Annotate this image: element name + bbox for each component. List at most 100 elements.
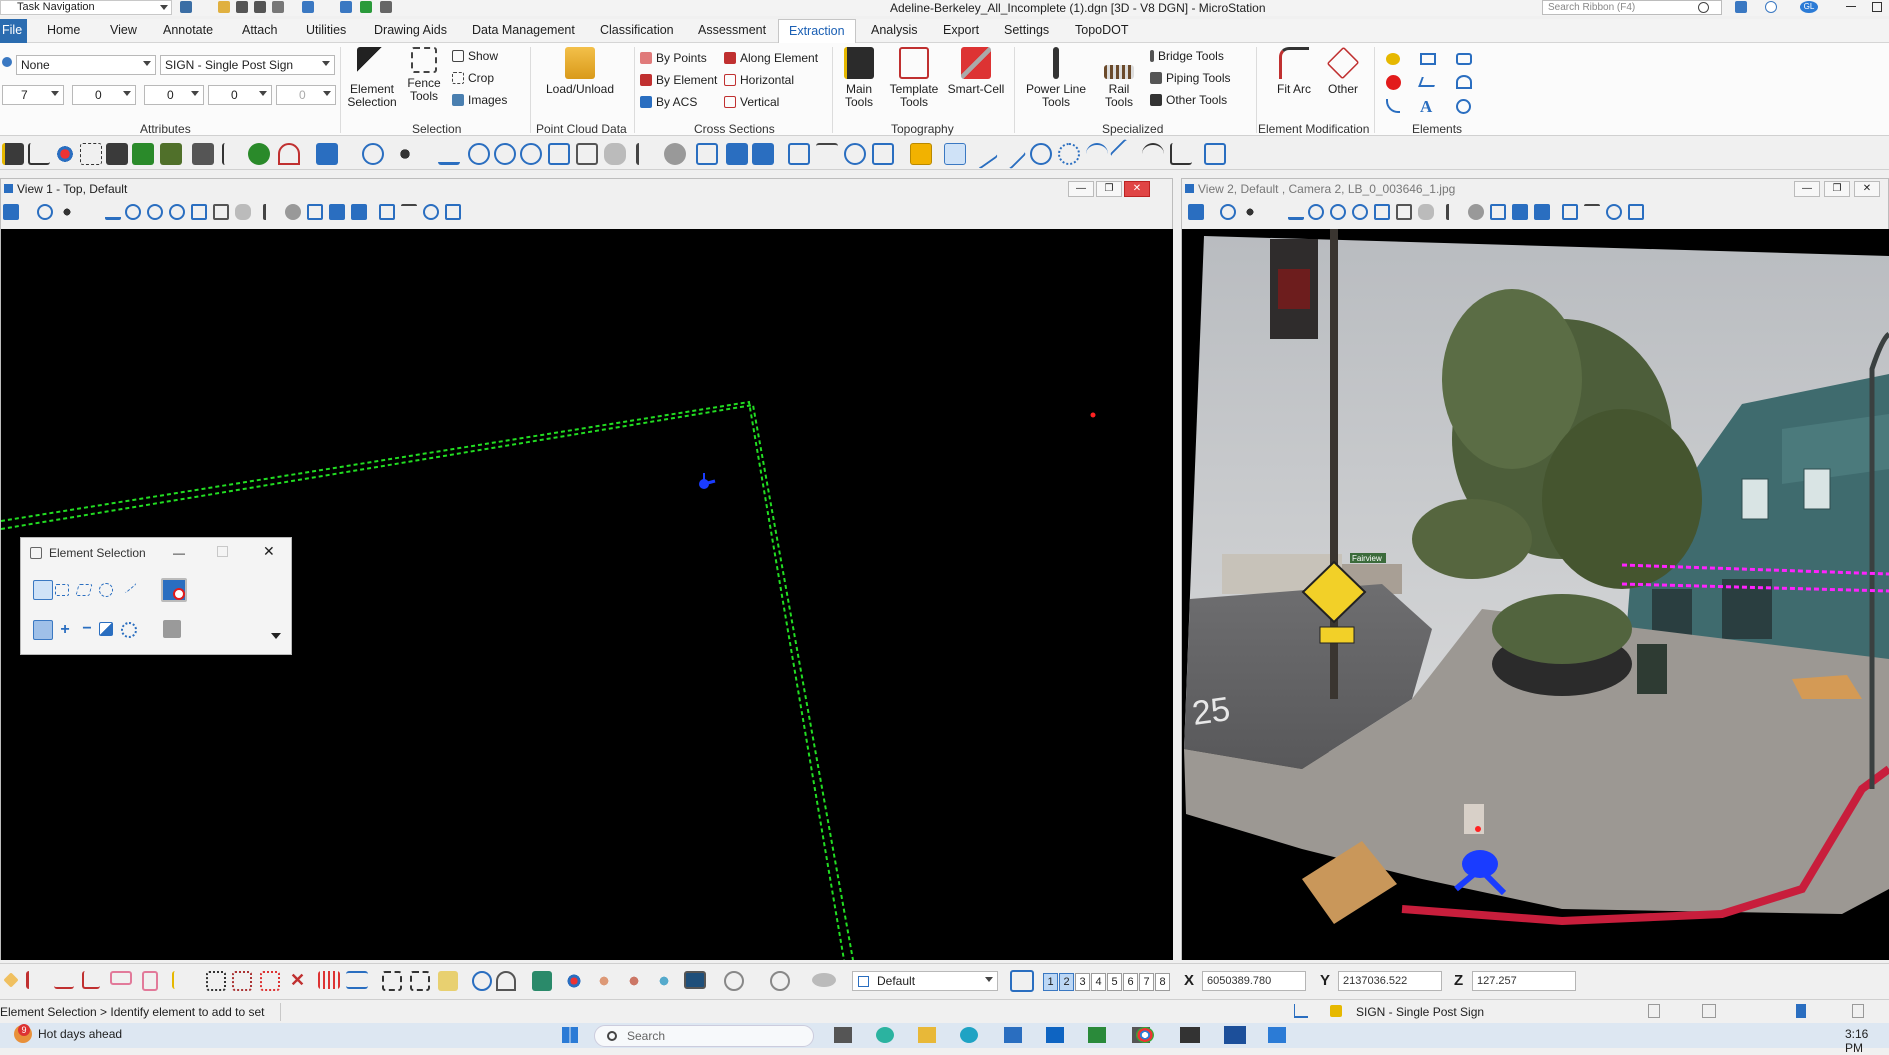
view-2-minimize-button[interactable]: —	[1794, 181, 1820, 197]
lighting-icon[interactable]	[394, 143, 416, 165]
copy-view-icon[interactable]	[307, 204, 323, 220]
clip-volume-icon[interactable]	[379, 204, 395, 220]
lighting-icon[interactable]	[1242, 204, 1258, 220]
show-button[interactable]: Show	[452, 49, 498, 63]
tab-classification[interactable]: Classification	[600, 23, 674, 37]
save-icon[interactable]	[236, 1, 248, 13]
zoom-out-icon[interactable]	[494, 143, 516, 165]
clip-volume-icon[interactable]	[788, 143, 810, 165]
other-modification-button[interactable]: Other	[1320, 46, 1366, 96]
main-tools-button[interactable]: Main Tools	[836, 47, 882, 109]
dialog-close-button[interactable]: ✕	[263, 543, 275, 560]
excel-icon[interactable]	[1088, 1027, 1106, 1043]
new-mode-icon[interactable]	[33, 620, 53, 640]
view-2-close-button[interactable]: ✕	[1854, 181, 1880, 197]
rotate-view-icon[interactable]	[213, 204, 229, 220]
fit-view-icon[interactable]	[548, 143, 570, 165]
select-icon[interactable]	[1606, 204, 1622, 220]
copilot-icon[interactable]	[876, 1027, 894, 1043]
images-button[interactable]: Images	[452, 93, 507, 107]
other-tools-button[interactable]: Other Tools	[1150, 93, 1227, 107]
select-all-icon[interactable]	[121, 622, 137, 638]
axis-icon[interactable]	[82, 971, 100, 989]
search-icon[interactable]	[1698, 2, 1709, 13]
fence-icon[interactable]	[382, 971, 402, 991]
view-toggle-6[interactable]: 6	[1123, 973, 1138, 991]
line-method-icon[interactable]	[119, 576, 137, 594]
lock-icon[interactable]	[1330, 1005, 1342, 1017]
tentative-icon[interactable]	[54, 971, 74, 989]
clip-mask-icon[interactable]	[445, 204, 461, 220]
bridge-curve-icon[interactable]	[1142, 143, 1164, 165]
view-2-canvas[interactable]: Fairview 25	[1182, 229, 1889, 960]
fence-icon[interactable]	[80, 143, 102, 165]
rectangle-icon[interactable]	[1420, 53, 1436, 65]
undo-arrow-icon[interactable]	[278, 143, 300, 165]
apps-icon[interactable]	[1735, 1, 1747, 13]
tab-topodot[interactable]: TopoDOT	[1075, 23, 1129, 37]
terminal-icon[interactable]	[1180, 1027, 1200, 1043]
search-ribbon-input[interactable]: Search Ribbon (F4)	[1542, 0, 1722, 15]
save-all-icon[interactable]	[254, 1, 266, 13]
select-icon[interactable]	[423, 204, 439, 220]
view-toggle-5[interactable]: 5	[1107, 973, 1122, 991]
open-icon[interactable]	[180, 1, 192, 13]
pan-hand-icon[interactable]	[235, 204, 251, 220]
load-unload-button[interactable]: Load/Unload	[540, 47, 620, 96]
update-view-icon[interactable]	[1288, 204, 1304, 220]
tab-annotate[interactable]: Annotate	[163, 23, 213, 37]
filter-icon[interactable]	[816, 143, 838, 165]
forward-icon[interactable]	[770, 971, 790, 991]
model-icon[interactable]	[1796, 1004, 1806, 1018]
road-icon[interactable]	[2, 143, 24, 165]
fit-view-icon[interactable]	[191, 204, 207, 220]
redo-icon[interactable]	[340, 1, 352, 13]
subtract-mode-icon[interactable]: −	[77, 620, 97, 640]
taskbar-search-input[interactable]: Search	[594, 1025, 814, 1047]
tree-icon[interactable]	[248, 143, 270, 165]
edge-icon[interactable]	[960, 1027, 978, 1043]
crop-button[interactable]: Crop	[452, 71, 494, 85]
clip-mask-icon[interactable]	[1628, 204, 1644, 220]
clip-mask-icon[interactable]	[872, 143, 894, 165]
copy-view-icon[interactable]	[1490, 204, 1506, 220]
add-mode-icon[interactable]: +	[55, 620, 75, 640]
maximize-icon[interactable]	[1872, 2, 1882, 12]
chevron-down-icon[interactable]	[271, 633, 281, 639]
previous-view-icon[interactable]	[1512, 204, 1528, 220]
intensity-icon[interactable]	[564, 971, 584, 991]
dialog-maximize-button[interactable]	[217, 546, 228, 557]
fit-arc-button[interactable]: Fit Arc	[1268, 47, 1320, 96]
points-icon[interactable]	[54, 143, 76, 165]
map-icon[interactable]	[532, 971, 552, 991]
window-area-icon[interactable]	[520, 143, 542, 165]
color-combo[interactable]: 7	[2, 85, 64, 105]
dot-grid-icon[interactable]	[260, 971, 280, 991]
grid-icon[interactable]	[106, 143, 128, 165]
horizontal-button[interactable]: Horizontal	[724, 73, 794, 87]
shape-method-icon[interactable]	[75, 584, 93, 596]
display-style-combo[interactable]: Default	[852, 971, 998, 991]
profile-icon[interactable]	[28, 143, 50, 165]
display-style-icon[interactable]	[1220, 204, 1236, 220]
outlook-icon[interactable]	[1046, 1027, 1064, 1043]
line-tool-icon[interactable]	[944, 143, 966, 165]
hatch-icon[interactable]	[318, 971, 340, 989]
view-toggle-2[interactable]: 2	[1059, 973, 1074, 991]
circle-tool-icon[interactable]	[1030, 143, 1052, 165]
select-icon[interactable]	[844, 143, 866, 165]
eye-icon[interactable]	[472, 971, 492, 991]
piping-tools-button[interactable]: Piping Tools	[1150, 71, 1231, 85]
fence-tools-button[interactable]: Fence Tools	[402, 47, 446, 103]
monitor-icon[interactable]	[684, 971, 706, 989]
pan-hand-icon[interactable]	[1418, 204, 1434, 220]
fly-icon[interactable]	[664, 143, 686, 165]
tab-data-management[interactable]: Data Management	[472, 23, 575, 37]
rotate-view-icon[interactable]	[576, 143, 598, 165]
display-mode-icon[interactable]	[812, 973, 836, 987]
select-by-attributes-icon[interactable]	[163, 620, 181, 638]
vertical-button[interactable]: Vertical	[724, 95, 779, 109]
window-area-icon[interactable]	[1352, 204, 1368, 220]
tab-export[interactable]: Export	[943, 23, 979, 37]
smart-cell-button[interactable]: Smart-Cell	[946, 47, 1006, 96]
